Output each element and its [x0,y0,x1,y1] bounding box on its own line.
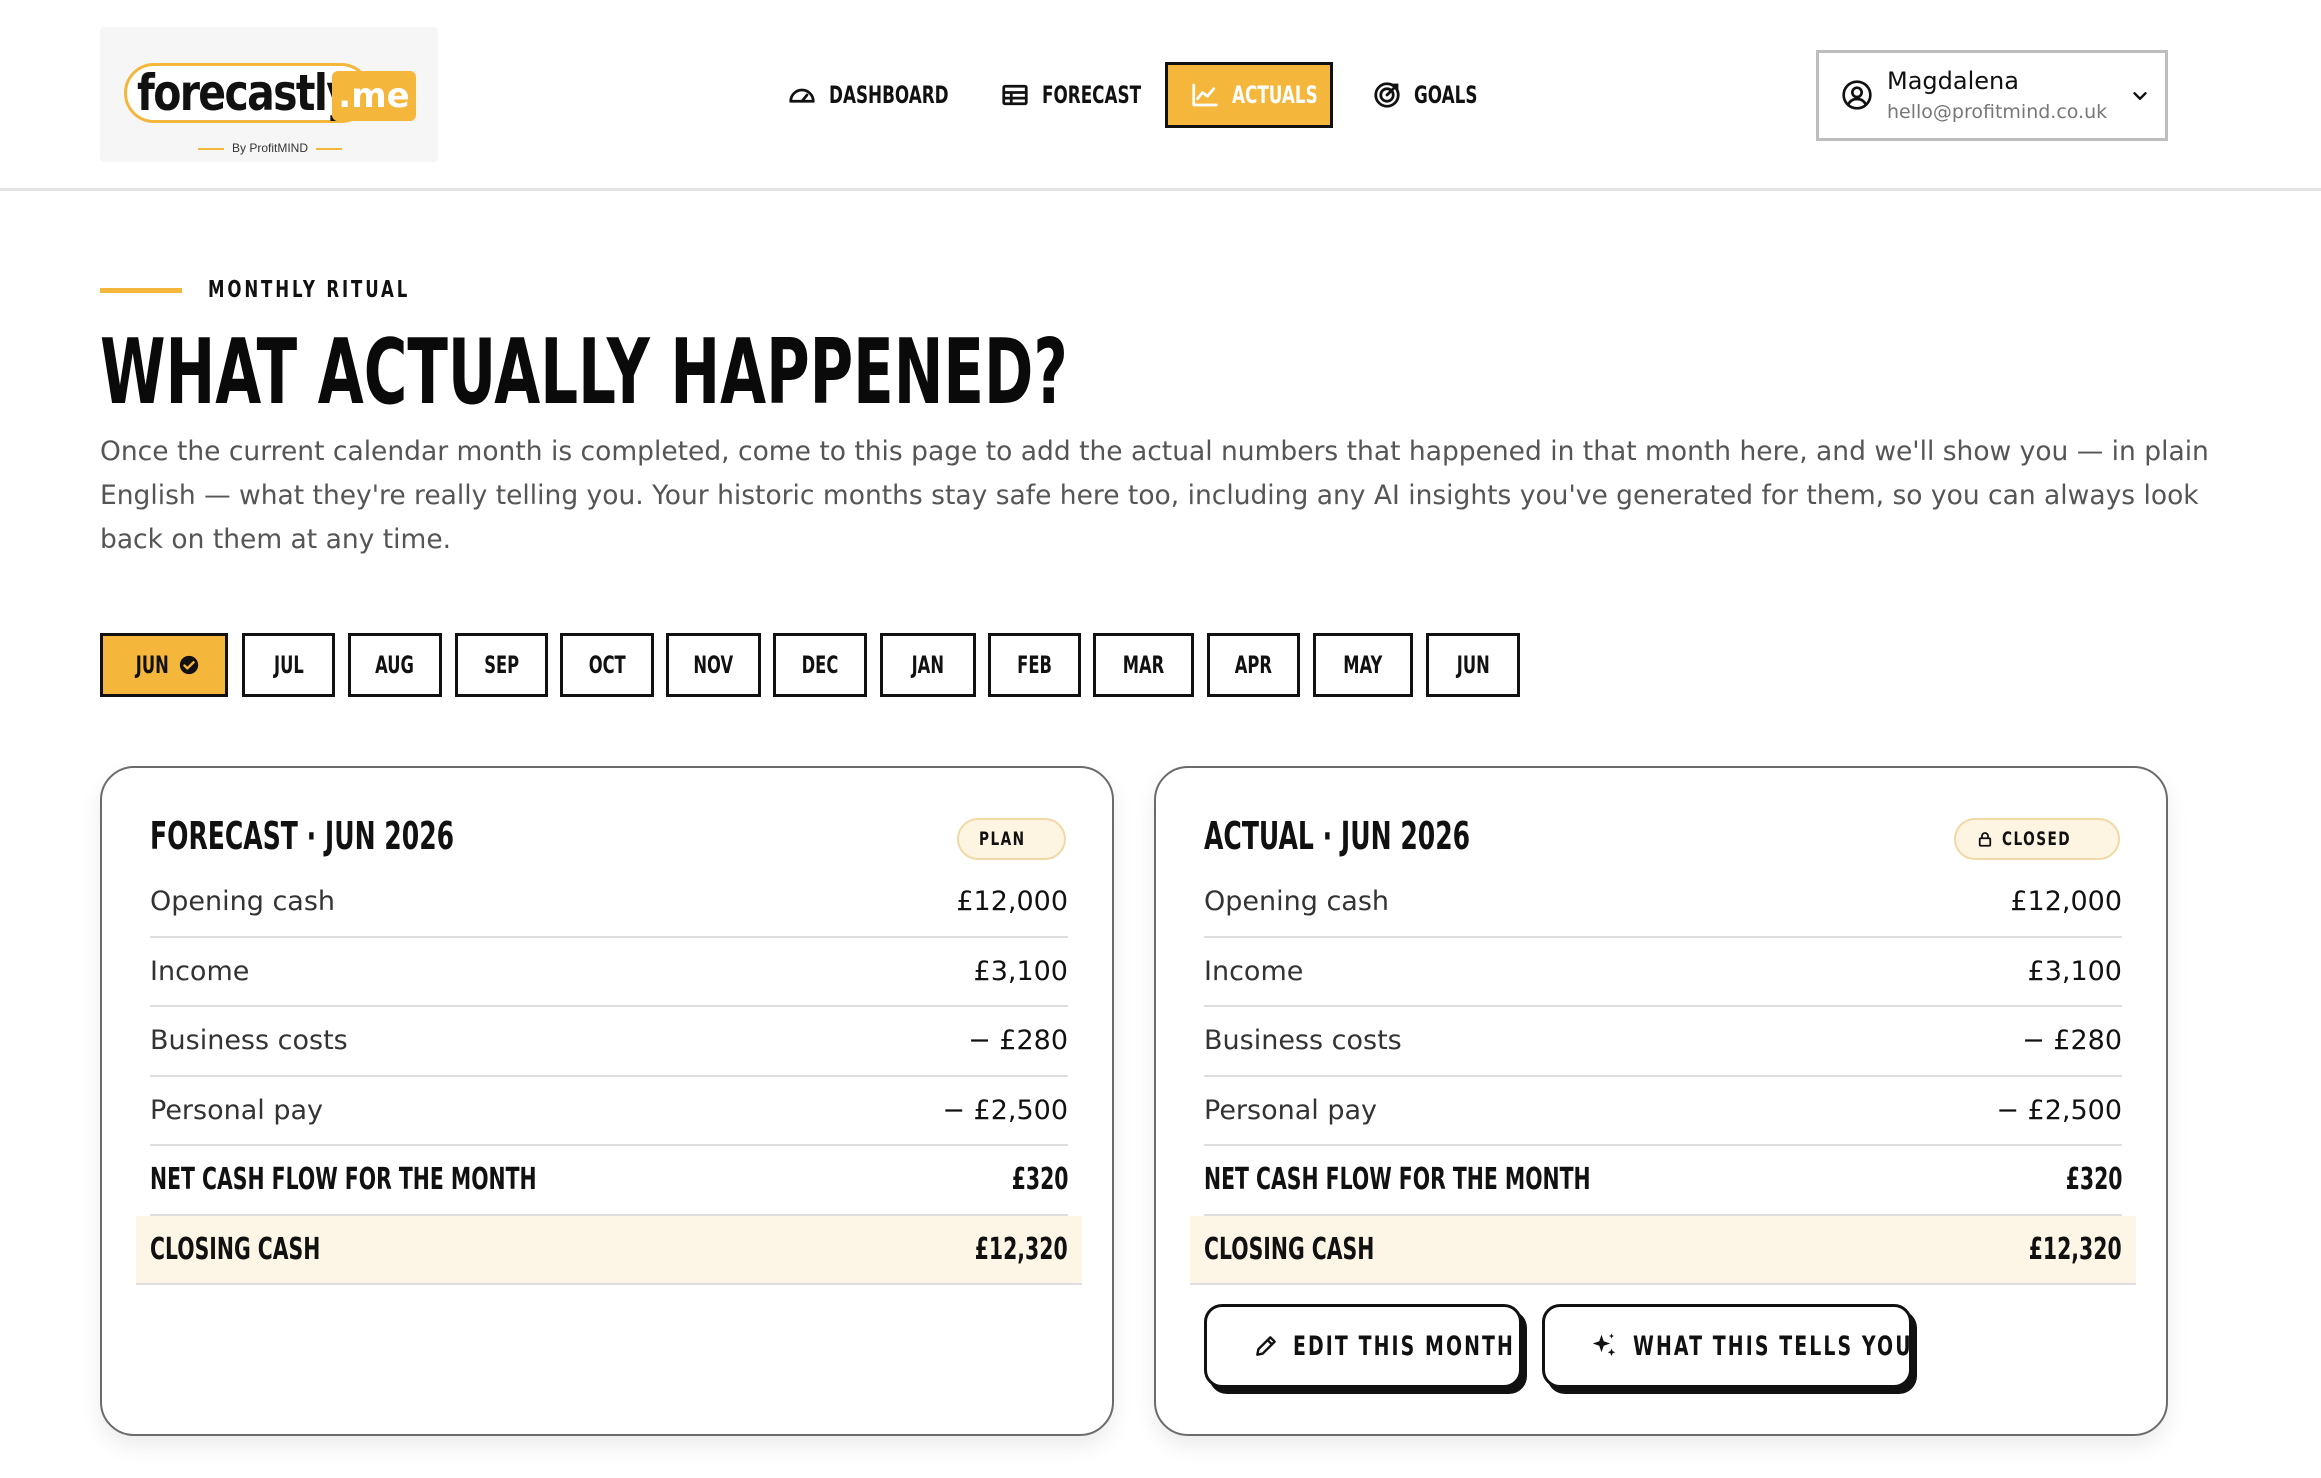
nav-actuals[interactable]: ACTUALS [1165,62,1333,128]
gauge-icon [789,88,815,103]
sparkle-icon [1592,1333,1616,1356]
month-tab-jun-next[interactable]: JUN [1426,633,1520,697]
target-icon [1374,82,1400,108]
actual-row-personal-pay: Personal pay − £2,500 [1204,1077,2122,1146]
actual-row-opening-cash: Opening cash £12,000 [1204,868,2122,938]
closed-badge: CLOSED [1954,818,2120,860]
actual-row-closing-cash: CLOSING CASH £12,320 [1190,1215,2136,1285]
table-icon [1002,84,1028,106]
nav-actuals-label: ACTUALS [1232,81,1318,109]
user-email: hello@profitmind.co.uk [1887,101,2108,123]
user-menu[interactable]: Magdalena hello@profitmind.co.uk [1816,50,2168,141]
forecast-row-income: Income £3,100 [150,938,1068,1007]
nav-goals-label: GOALS [1414,81,1478,109]
actual-row-net-cash-flow: NET CASH FLOW FOR THE MONTH £320 [1204,1146,2122,1216]
user-circle-icon [1842,80,1872,110]
top-header: forecastly .me By ProfitMIND DASHBOARD F… [0,0,2321,191]
pencil-icon [1256,1336,1276,1356]
chevron-down-icon [2133,92,2147,100]
month-tab-nov[interactable]: NOV [666,633,761,697]
month-tab-sep[interactable]: SEP [455,633,548,697]
forecast-row-personal-pay: Personal pay − £2,500 [150,1077,1068,1146]
forecast-row-net-cash-flow: NET CASH FLOW FOR THE MONTH £320 [150,1146,1068,1216]
page-title: WHAT ACTUALLY HAPPENED? [100,320,1068,425]
actual-rows: Opening cash £12,000 Income £3,100 Busines… [1190,868,2136,1285]
actual-card: ACTUAL · JUN 2026 CLOSED Opening cash £12… [1154,766,2168,1436]
logo-suffix: .me [332,71,416,121]
eyebrow-accent-line [100,288,182,293]
forecast-row-closing-cash: CLOSING CASH £12,320 [136,1215,1082,1285]
brand-logo[interactable]: forecastly .me By ProfitMIND [100,27,438,162]
month-tab-jan[interactable]: JAN [880,633,976,697]
nav-dashboard-label: DASHBOARD [829,81,949,109]
month-tab-jul[interactable]: JUL [242,633,335,697]
forecast-row-business-costs: Business costs − £280 [150,1007,1068,1077]
insights-button[interactable]: WHAT THIS TELLS YOU [1542,1304,1912,1388]
user-name: Magdalena [1887,67,2019,95]
logo-name: forecastly [137,64,353,122]
actual-card-title: ACTUAL · JUN 2026 [1204,814,1471,858]
eyebrow-label: MONTHLY RITUAL [208,277,411,303]
chart-line-icon [1192,83,1218,107]
month-tab-may[interactable]: MAY [1313,633,1413,697]
page-description: Once the current calendar month is compl… [100,436,2209,555]
forecast-card: FORECAST · JUN 2026 PLAN Opening cash £12… [100,766,1114,1436]
forecast-card-title: FORECAST · JUN 2026 [150,814,455,858]
actual-row-business-costs: Business costs − £280 [1204,1007,2122,1077]
nav-forecast-label: FORECAST [1042,81,1142,109]
plan-badge: PLAN [957,818,1066,860]
check-circle-icon [180,655,199,675]
nav-goals[interactable]: GOALS [1350,62,1527,128]
month-tab-oct[interactable]: OCT [560,633,654,697]
month-tab-aug[interactable]: AUG [348,633,442,697]
month-tab-mar[interactable]: MAR [1093,633,1194,697]
lock-icon [1978,832,1992,847]
edit-month-button[interactable]: EDIT THIS MONTH [1204,1304,1522,1388]
forecast-row-opening-cash: Opening cash £12,000 [150,868,1068,938]
month-tab-feb[interactable]: FEB [988,633,1081,697]
forecast-rows: Opening cash £12,000 Income £3,100 Busines… [136,868,1082,1285]
month-tab-jun[interactable]: JUN [100,633,228,697]
logo-tagline: By ProfitMIND [160,141,380,155]
month-tab-dec[interactable]: DEC [773,633,867,697]
month-tab-apr[interactable]: APR [1207,633,1300,697]
actual-row-income: Income £3,100 [1204,938,2122,1007]
